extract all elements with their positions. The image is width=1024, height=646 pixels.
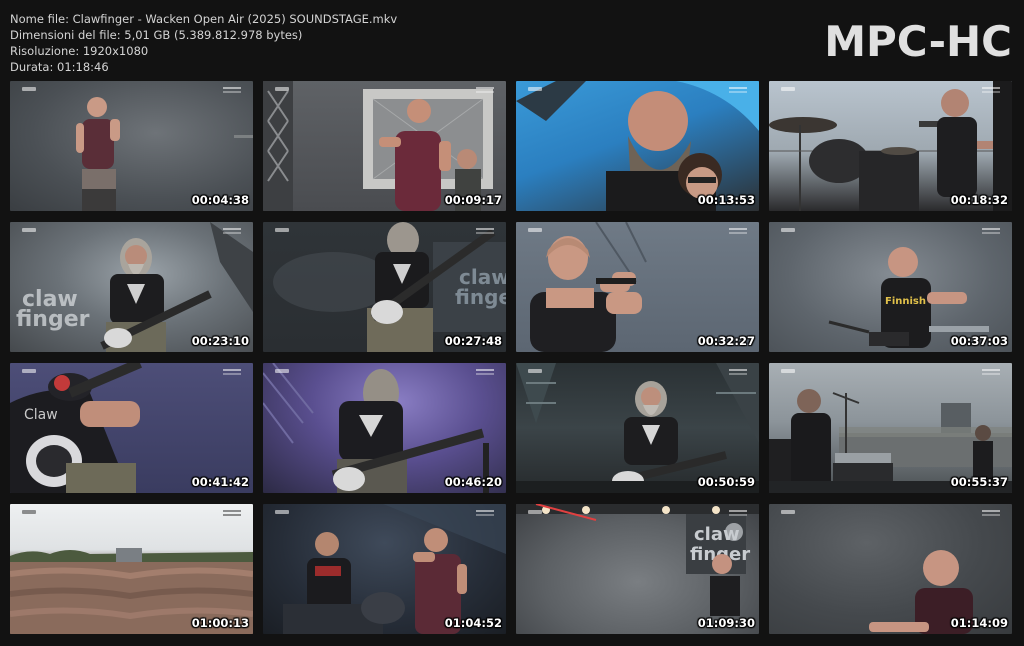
channel-logo [22, 87, 36, 91]
channel-badge [729, 87, 747, 93]
thumbnail-11[interactable]: 00:50:59 [516, 363, 759, 493]
channel-badge [476, 228, 494, 234]
channel-logo [22, 510, 36, 514]
timestamp: 00:55:37 [950, 475, 1008, 489]
thumbnail-16[interactable]: 01:14:09 [769, 504, 1012, 634]
channel-logo [528, 369, 542, 373]
thumbnail-5[interactable]: claw finger 00:23:10 [10, 222, 253, 352]
timestamp: 00:13:53 [697, 193, 755, 207]
channel-logo [275, 228, 289, 232]
thumbnail-image: Claw [10, 363, 253, 493]
file-name-line: Nome file: Clawfinger - Wacken Open Air … [10, 12, 398, 26]
thumbnail-image [263, 363, 506, 493]
thumbnail-image [769, 363, 1012, 493]
thumbnail-image: claw finger [10, 222, 253, 352]
thumbnail-grid: 00:04:38 00:09:17 00:13:53 00:18:32 claw… [10, 81, 1013, 634]
thumbnail-image [516, 363, 759, 493]
svg-text:finger: finger [455, 285, 506, 309]
thumbnail-10[interactable]: 00:46:20 [263, 363, 506, 493]
channel-badge [982, 369, 1000, 375]
channel-badge [476, 87, 494, 93]
timestamp: 00:41:42 [191, 475, 249, 489]
channel-logo [528, 228, 542, 232]
thumbnail-8[interactable]: Finnish 00:37:03 [769, 222, 1012, 352]
channel-logo [781, 369, 795, 373]
timestamp: 00:32:27 [697, 334, 755, 348]
svg-text:finger: finger [16, 307, 90, 332]
thumbnail-image: claw finger [263, 222, 506, 352]
channel-logo [275, 510, 289, 514]
channel-badge [982, 510, 1000, 516]
timestamp: 00:04:38 [191, 193, 249, 207]
timestamp: 00:09:17 [444, 193, 502, 207]
thumbnail-12[interactable]: 00:55:37 [769, 363, 1012, 493]
thumbnail-image [263, 504, 506, 634]
timestamp: 00:37:03 [950, 334, 1008, 348]
channel-badge [729, 369, 747, 375]
thumbnail-7[interactable]: 00:32:27 [516, 222, 759, 352]
thumbnail-image [10, 81, 253, 211]
timestamp: 00:46:20 [444, 475, 502, 489]
channel-badge [982, 87, 1000, 93]
channel-logo [781, 228, 795, 232]
channel-logo [275, 87, 289, 91]
channel-badge [729, 228, 747, 234]
channel-badge [223, 369, 241, 375]
file-info-panel: Nome file: Clawfinger - Wacken Open Air … [10, 11, 397, 75]
thumbnail-image [769, 504, 1012, 634]
thumbnail-15[interactable]: claw finger 01:09:30 [516, 504, 759, 634]
thumbnail-image [10, 504, 253, 634]
channel-logo [22, 228, 36, 232]
channel-badge [982, 228, 1000, 234]
channel-badge [476, 369, 494, 375]
thumbnail-image: claw finger [516, 504, 759, 634]
svg-text:Finnish: Finnish [885, 296, 926, 307]
thumbnail-image [516, 222, 759, 352]
channel-logo [275, 369, 289, 373]
channel-logo [781, 510, 795, 514]
resolution-line: Risoluzione: 1920x1080 [10, 44, 149, 58]
timestamp: 00:18:32 [950, 193, 1008, 207]
timestamp: 00:27:48 [444, 334, 502, 348]
channel-logo [528, 510, 542, 514]
timestamp: 00:50:59 [697, 475, 755, 489]
channel-badge [223, 510, 241, 516]
thumbnail-6[interactable]: claw finger 00:27:48 [263, 222, 506, 352]
thumbnail-9[interactable]: Claw 00:41:42 [10, 363, 253, 493]
channel-badge [223, 87, 241, 93]
timestamp: 01:09:30 [697, 616, 755, 630]
thumbnail-14[interactable]: 01:04:52 [263, 504, 506, 634]
thumbnail-2[interactable]: 00:09:17 [263, 81, 506, 211]
thumbnail-13[interactable]: 01:00:13 [10, 504, 253, 634]
thumbnail-image [516, 81, 759, 211]
timestamp: 00:23:10 [191, 334, 249, 348]
channel-badge [223, 228, 241, 234]
thumbnail-image: Finnish [769, 222, 1012, 352]
thumbnail-4[interactable]: 00:18:32 [769, 81, 1012, 211]
svg-text:Claw: Claw [24, 407, 58, 423]
channel-badge [729, 510, 747, 516]
thumbnail-3[interactable]: 00:13:53 [516, 81, 759, 211]
file-size-line: Dimensioni del file: 5,01 GB (5.389.812.… [10, 28, 303, 42]
mpc-hc-logo: MPC-HC [824, 17, 1012, 66]
timestamp: 01:14:09 [950, 616, 1008, 630]
duration-line: Durata: 01:18:46 [10, 60, 109, 74]
channel-logo [528, 87, 542, 91]
channel-logo [22, 369, 36, 373]
timestamp: 01:04:52 [444, 616, 502, 630]
thumbnail-image [769, 81, 1012, 211]
channel-logo [781, 87, 795, 91]
thumbnail-1[interactable]: 00:04:38 [10, 81, 253, 211]
channel-badge [476, 510, 494, 516]
timestamp: 01:00:13 [191, 616, 249, 630]
thumbnail-image [263, 81, 506, 211]
